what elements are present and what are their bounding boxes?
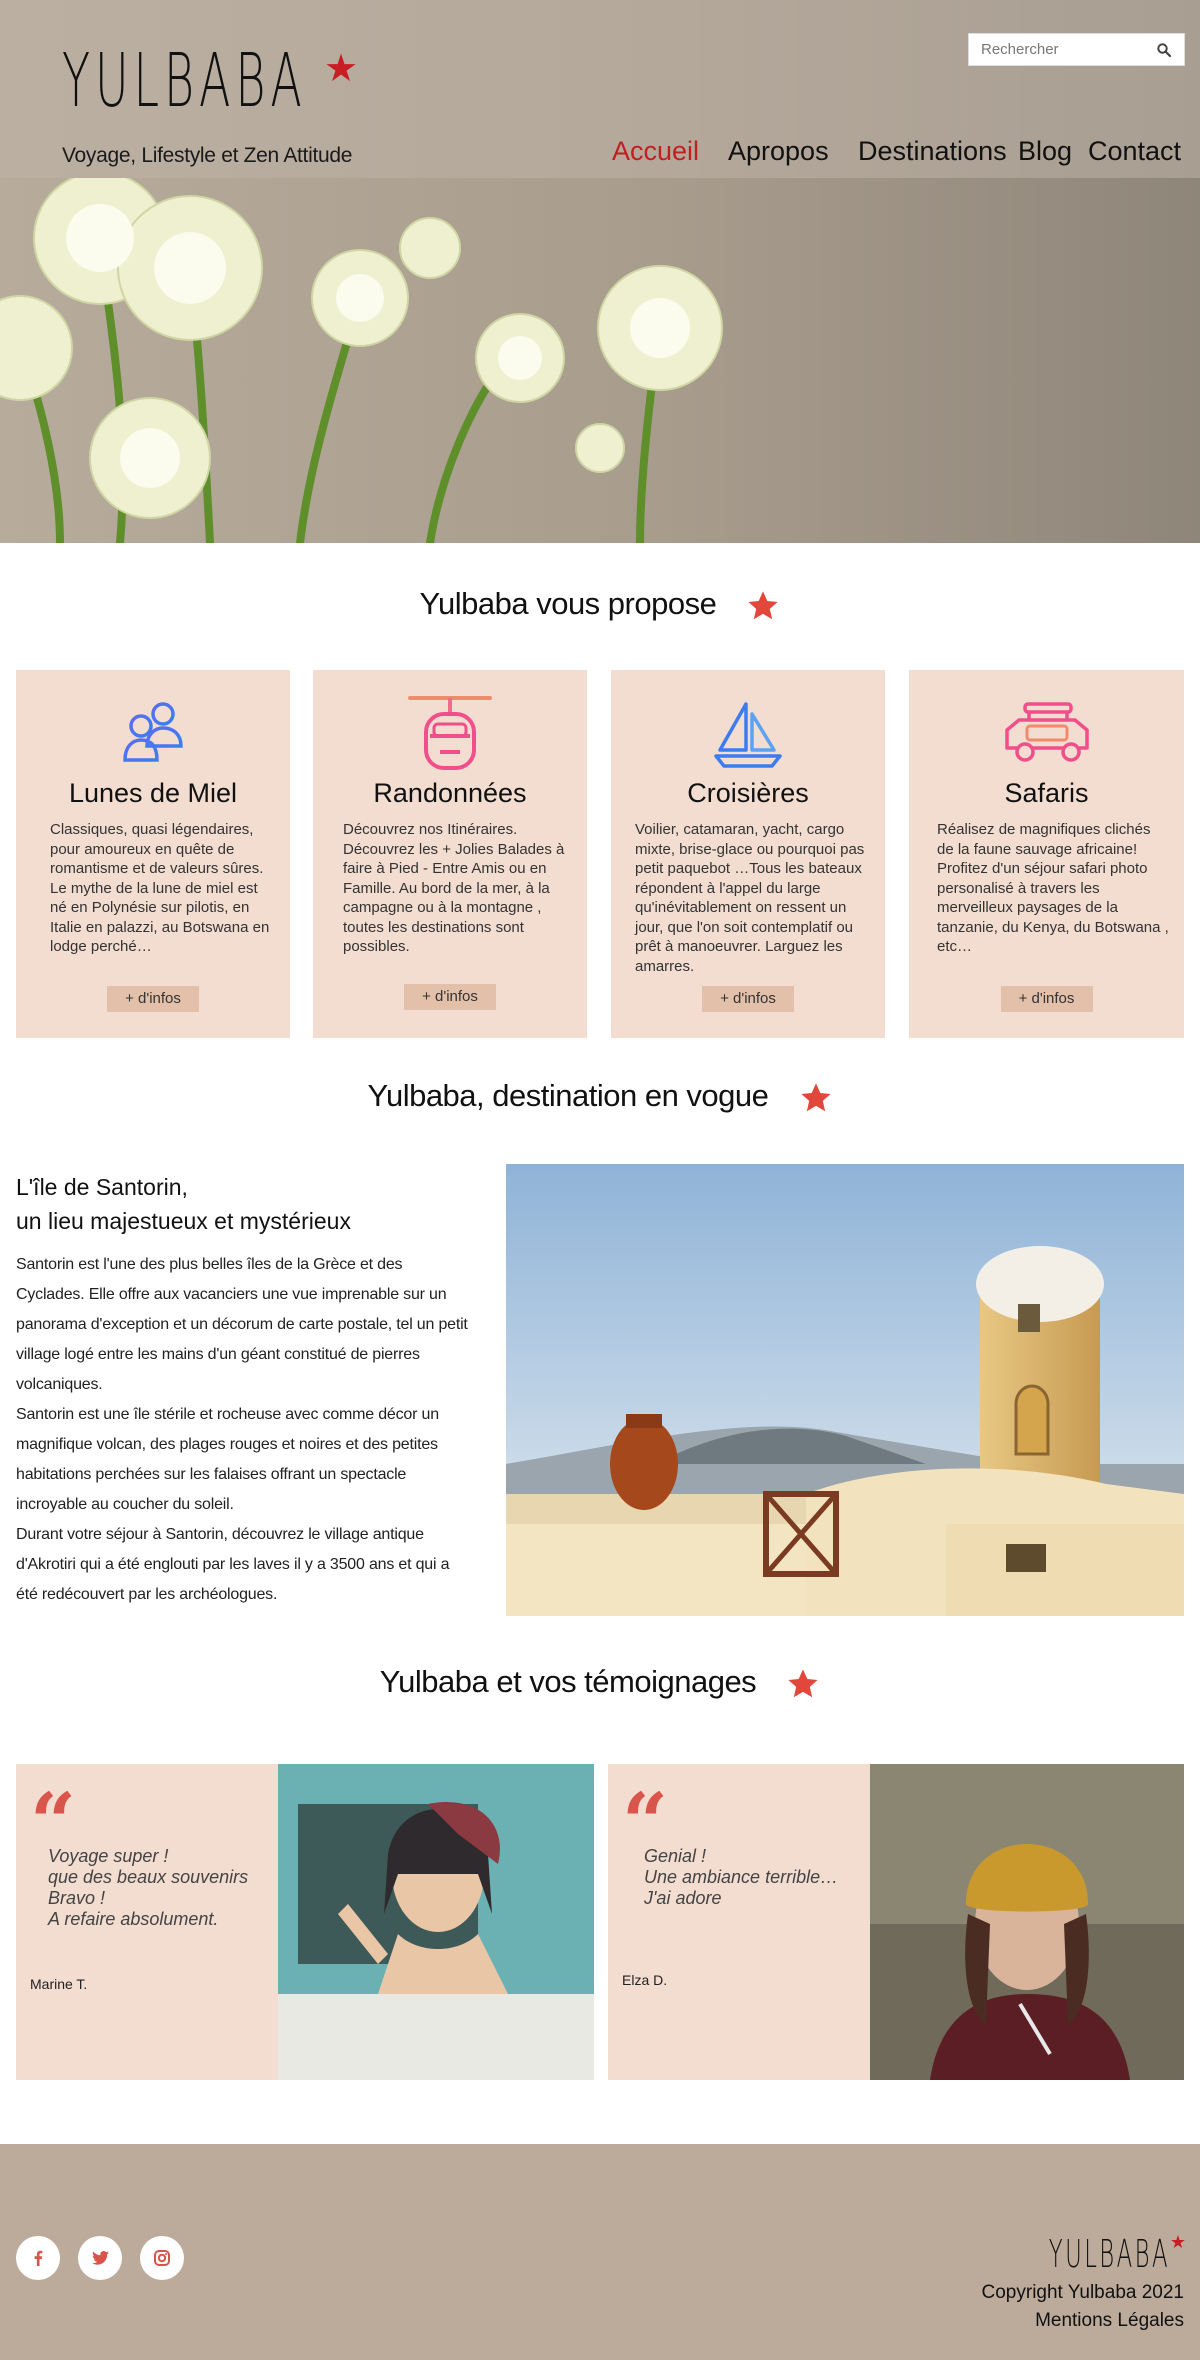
section-title-vogue: Yulbaba, destination en vogue bbox=[0, 1078, 1200, 1114]
santorin-image bbox=[506, 1164, 1184, 1616]
santorin-paragraph: Santorin est l'une des plus belles îles … bbox=[16, 1256, 468, 1603]
nav-destinations[interactable]: Destinations bbox=[858, 136, 1007, 167]
section-title-testimonials: Yulbaba et vos témoignages bbox=[0, 1664, 1200, 1700]
testimonial-card: “ Voyage super ! que des beaux souvenirs… bbox=[16, 1764, 594, 2080]
testimonial-photo bbox=[278, 1764, 594, 2080]
jeep-icon bbox=[1004, 702, 1089, 762]
page: YULBABA ★ Voyage, Lifestyle et Zen Attit… bbox=[0, 0, 1200, 2360]
nav-accueil[interactable]: Accueil bbox=[612, 136, 699, 167]
card-title: Croisières bbox=[687, 778, 809, 808]
star-icon bbox=[788, 1669, 818, 1698]
nav-blog[interactable]: Blog bbox=[1018, 136, 1072, 167]
santorin-heading-line1: L'île de Santorin, bbox=[16, 1174, 188, 1200]
card-text: Réalisez de magnifiques clichés de la fa… bbox=[937, 821, 1169, 955]
more-info-button[interactable]: + d'infos bbox=[107, 986, 199, 1012]
card-safaris: Safaris Réalisez de magnifiques clichés … bbox=[909, 670, 1184, 1038]
hero-flowers-image bbox=[0, 178, 723, 543]
testimonial-text: Genial ! Une ambiance terrible… J'ai ado… bbox=[644, 1846, 838, 1909]
instagram-icon[interactable] bbox=[140, 2236, 184, 2280]
footer-copyright: Copyright Yulbaba 2021 bbox=[981, 2282, 1184, 2303]
santorin-heading-line2: un lieu majestueux et mystérieux bbox=[16, 1208, 351, 1234]
testimonial-line: A refaire absolument. bbox=[48, 1909, 219, 1929]
testimonial-author: Elza D. bbox=[622, 1972, 668, 1988]
facebook-icon[interactable] bbox=[16, 2236, 60, 2280]
testimonial-line: Bravo ! bbox=[48, 1888, 106, 1908]
testimonial-line: Une ambiance terrible… bbox=[644, 1867, 839, 1887]
testimonial-text: Voyage super ! que des beaux souvenirs B… bbox=[48, 1846, 248, 1930]
footer-logo[interactable]: YULBABA bbox=[1049, 2232, 1170, 2276]
logo[interactable]: YULBABA ★ bbox=[62, 44, 382, 118]
card-title: Lunes de Miel bbox=[68, 778, 238, 808]
sailboat-icon bbox=[714, 702, 782, 768]
nav-apropos[interactable]: Apropos bbox=[728, 136, 829, 167]
logo-text: YULBABA bbox=[62, 38, 307, 124]
search-icon[interactable] bbox=[1149, 34, 1179, 65]
more-info-button[interactable]: + d'infos bbox=[1000, 986, 1093, 1012]
twitter-icon[interactable] bbox=[78, 2236, 122, 2280]
card-text: Voilier, catamaran, yacht, cargo mixte, … bbox=[635, 821, 865, 975]
footer-logo-star-icon: ★ bbox=[1169, 2232, 1186, 2252]
cable-car-icon bbox=[408, 696, 492, 770]
card-lunes-de-miel: Lunes de Miel Classiques, quasi légendai… bbox=[16, 670, 290, 1038]
more-info-button[interactable]: + d'infos bbox=[702, 986, 794, 1012]
card-title: Safaris bbox=[1004, 778, 1089, 808]
search-box bbox=[968, 33, 1185, 66]
search-input[interactable] bbox=[969, 34, 1149, 65]
star-icon bbox=[748, 591, 779, 620]
card-text: Classiques, quasi légendaires, pour amou… bbox=[50, 821, 270, 955]
card-croisieres: Croisières Voilier, catamaran, yacht, ca… bbox=[611, 670, 885, 1038]
testimonial-author: Marine T. bbox=[30, 1976, 88, 1992]
hero-banner: YULBABA ★ Voyage, Lifestyle et Zen Attit… bbox=[0, 0, 1200, 543]
logo-star-icon: ★ bbox=[324, 48, 359, 90]
testimonial-line: J'ai adore bbox=[644, 1888, 722, 1908]
testimonial-card: “ Genial ! Une ambiance terrible… J'ai a… bbox=[608, 1764, 1184, 2080]
vogue-title-text: Yulbaba, destination en vogue bbox=[367, 1078, 769, 1113]
card-title: Randonnées bbox=[373, 778, 527, 808]
more-info-button[interactable]: + d'infos bbox=[404, 984, 496, 1010]
card-text: Découvrez nos Itinéraires. Découvrez les… bbox=[343, 821, 565, 955]
section-title-propose: Yulbaba vous propose bbox=[0, 586, 1200, 622]
footer-legal-link[interactable]: Mentions Légales bbox=[1035, 2310, 1184, 2332]
santorin-heading: L'île de Santorin, un lieu majestueux et… bbox=[16, 1170, 351, 1238]
testimonial-line: que des beaux souvenirs bbox=[48, 1867, 249, 1887]
nav-contact[interactable]: Contact bbox=[1088, 136, 1181, 167]
star-icon bbox=[800, 1083, 831, 1112]
testimonial-photo bbox=[870, 1764, 1184, 2080]
couple-icon bbox=[123, 702, 183, 762]
testimonial-line: Voyage super ! bbox=[48, 1846, 169, 1866]
propose-title-text: Yulbaba vous propose bbox=[419, 586, 717, 621]
testimonial-line: Genial ! bbox=[644, 1846, 707, 1866]
testimonials-title-text: Yulbaba et vos témoignages bbox=[379, 1664, 757, 1699]
tagline: Voyage, Lifestyle et Zen Attitude bbox=[62, 144, 353, 167]
card-randonnees: Randonnées Découvrez nos Itinéraires. Dé… bbox=[313, 670, 587, 1038]
